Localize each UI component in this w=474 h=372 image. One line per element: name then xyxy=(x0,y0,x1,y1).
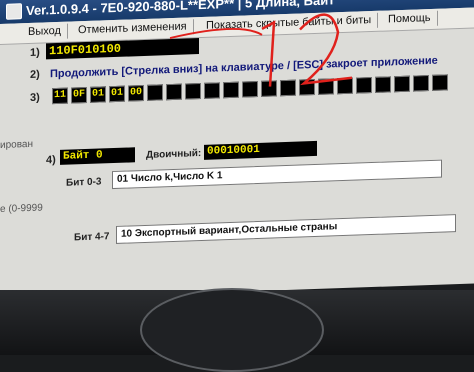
app-window: Ver.1.0.9.4 - 7E0-920-880-L**EXP** | 5 Д… xyxy=(0,0,474,300)
bit-group-1-select[interactable]: 01 Число k,Число K 1 xyxy=(112,159,442,190)
empty-byte-cell[interactable] xyxy=(242,80,258,98)
empty-byte-cell[interactable] xyxy=(261,80,277,97)
byte-cell[interactable]: 01 xyxy=(90,86,106,103)
empty-byte-cell[interactable] xyxy=(356,77,372,94)
menu-show-hidden[interactable]: Показать скрытые байты и биты xyxy=(200,12,379,35)
empty-byte-cell[interactable] xyxy=(318,78,334,95)
byte-selector[interactable]: Байт 0 xyxy=(60,147,135,165)
empty-byte-cell[interactable] xyxy=(185,82,201,100)
empty-byte-cell[interactable] xyxy=(166,83,182,101)
edge-text-2: е (0-9999 xyxy=(0,202,43,215)
empty-byte-cell[interactable] xyxy=(394,75,410,93)
binary-label: Двоичный: xyxy=(146,147,202,161)
empty-byte-cell[interactable] xyxy=(375,76,391,93)
row4-number: 4) xyxy=(46,154,56,167)
bit-group-2-label: Бит 4-7 xyxy=(74,231,110,244)
row1-number: 1) xyxy=(30,46,40,59)
byte-cell[interactable]: 11 xyxy=(52,87,68,105)
row2-number: 2) xyxy=(30,68,40,81)
binary-value: 00010001 xyxy=(204,140,317,160)
empty-byte-cell[interactable] xyxy=(432,74,448,91)
menu-undo-changes[interactable]: Отменить изменения xyxy=(72,19,194,39)
app-icon xyxy=(6,3,22,20)
empty-byte-cell[interactable] xyxy=(337,77,353,95)
empty-byte-cell[interactable] xyxy=(223,81,239,99)
row3-number: 3) xyxy=(30,91,40,104)
bit-group-1-label: Бит 0-3 xyxy=(66,176,102,189)
empty-byte-cell[interactable] xyxy=(280,79,296,97)
byte-cell[interactable]: 00 xyxy=(128,84,144,102)
edge-text-1: ирован xyxy=(0,138,33,151)
menu-exit[interactable]: Выход xyxy=(22,23,68,41)
byte-cell[interactable]: 01 xyxy=(109,85,125,103)
byte-cell[interactable]: 0F xyxy=(71,86,87,104)
empty-byte-cell[interactable] xyxy=(299,78,315,96)
bit-group-2-select[interactable]: 10 Экспортный вариант,Остальные страны xyxy=(116,214,456,244)
empty-byte-cell[interactable] xyxy=(204,82,220,99)
steering-wheel-icon xyxy=(140,288,324,372)
menu-help[interactable]: Помощь xyxy=(382,10,438,28)
empty-byte-cell[interactable] xyxy=(147,84,163,101)
empty-byte-cell[interactable] xyxy=(413,75,429,92)
